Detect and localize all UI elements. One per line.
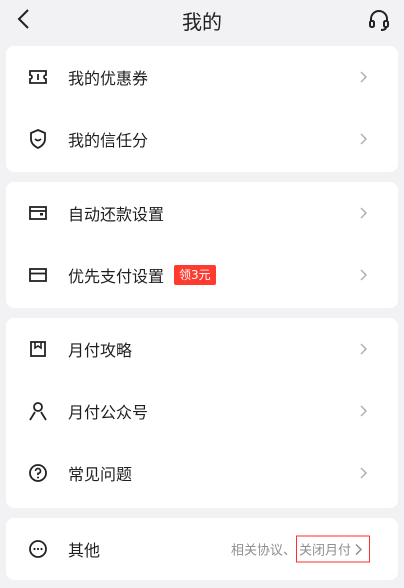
card-coupons-trust: 我的优惠券 我的信任分 [6, 46, 398, 172]
row-label: 月付攻略 [68, 341, 133, 360]
close-monthly-pay-button[interactable]: 关闭月付 [295, 535, 370, 563]
row-label: 常见问题 [68, 465, 133, 484]
shield-smile-icon [28, 129, 48, 149]
chevron-right-icon [360, 268, 370, 282]
row-other[interactable]: 其他 相关协议、 关闭月付 [6, 518, 398, 580]
wallet-icon [28, 203, 48, 223]
row-priority-payment[interactable]: 优先支付设置 领3元 [6, 244, 398, 306]
page-title: 我的 [182, 10, 222, 34]
chevron-right-icon [360, 132, 370, 146]
row-label: 我的优惠券 [68, 69, 149, 88]
row-faq[interactable]: 常见问题 [6, 442, 398, 504]
other-links: 相关协议、 关闭月付 [231, 535, 370, 563]
ticket-icon [28, 67, 48, 87]
more-dots-icon [28, 539, 48, 559]
question-icon [28, 463, 48, 483]
card-payment-settings: 自动还款设置 优先支付设置 领3元 [6, 182, 398, 308]
row-official-account[interactable]: 月付公众号 [6, 380, 398, 442]
agreements-link[interactable]: 相关协议、 [231, 540, 296, 559]
row-auto-repay[interactable]: 自动还款设置 [6, 182, 398, 244]
row-label: 优先支付设置 [68, 267, 165, 286]
person-icon [28, 401, 48, 421]
headset-icon [369, 10, 389, 31]
promo-badge: 领3元 [174, 265, 216, 285]
card-icon [28, 265, 48, 285]
row-label: 我的信任分 [68, 131, 149, 150]
customer-service-button[interactable] [366, 7, 392, 33]
chevron-right-icon [360, 342, 370, 356]
chevron-right-icon [360, 466, 370, 480]
row-my-coupons[interactable]: 我的优惠券 [6, 46, 398, 108]
chevron-right-icon [360, 206, 370, 220]
chevron-right-icon [360, 70, 370, 84]
chevron-right-icon [360, 404, 370, 418]
row-monthly-guide[interactable]: 月付攻略 [6, 318, 398, 380]
row-trust-score[interactable]: 我的信任分 [6, 108, 398, 170]
row-label: 其他 [68, 541, 101, 560]
row-label: 自动还款设置 [68, 205, 165, 224]
bookmark-icon [28, 339, 48, 359]
card-other: 其他 相关协议、 关闭月付 [6, 518, 398, 580]
card-guides: 月付攻略 月付公众号 常见问题 [6, 318, 398, 508]
top-bar: 我的 [0, 0, 404, 40]
close-monthly-pay-label: 关闭月付 [298, 543, 351, 559]
chevron-right-icon [355, 543, 363, 555]
row-label: 月付公众号 [68, 403, 149, 422]
